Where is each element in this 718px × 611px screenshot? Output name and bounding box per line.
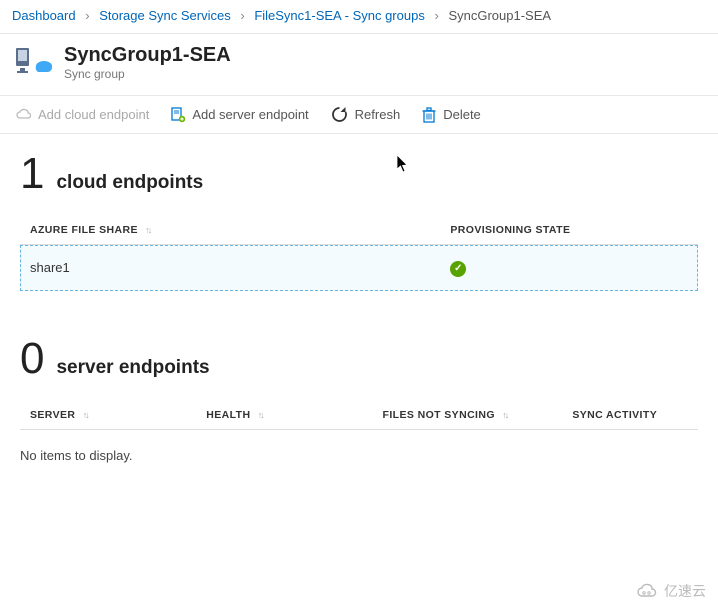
page-title: SyncGroup1-SEA xyxy=(64,44,231,67)
chevron-right-icon: › xyxy=(240,8,244,23)
empty-state-text: No items to display. xyxy=(0,430,718,481)
refresh-button[interactable]: Refresh xyxy=(331,106,401,123)
cloud-endpoints-section: 1 cloud endpoints xyxy=(0,134,718,196)
sort-icon: ↑↓ xyxy=(258,410,263,420)
column-files-not-syncing[interactable]: FILES NOT SYNCING ↑↓ xyxy=(373,401,563,430)
toolbar: Add cloud endpoint Add server endpoint R… xyxy=(0,95,718,134)
column-azure-file-share[interactable]: AZURE FILE SHARE ↑↓ xyxy=(20,216,440,245)
breadcrumb-link-storage-sync-services[interactable]: Storage Sync Services xyxy=(99,8,231,23)
server-endpoints-table: SERVER ↑↓ HEALTH ↑↓ FILES NOT SYNCING ↑↓… xyxy=(20,401,698,430)
sort-icon: ↑↓ xyxy=(145,225,150,235)
cell-provisioning-state: ✓ xyxy=(440,245,698,291)
cloud-endpoints-label: cloud endpoints xyxy=(56,172,203,194)
add-server-endpoint-button[interactable]: Add server endpoint xyxy=(171,107,308,123)
watermark: 亿速云 xyxy=(636,581,706,601)
breadcrumb: Dashboard › Storage Sync Services › File… xyxy=(0,0,718,34)
page-header: SyncGroup1-SEA Sync group xyxy=(0,34,718,95)
sort-icon: ↑↓ xyxy=(502,410,507,420)
chevron-right-icon: › xyxy=(434,8,438,23)
column-health[interactable]: HEALTH ↑↓ xyxy=(196,401,372,430)
cloud-logo-icon xyxy=(636,583,658,599)
add-cloud-endpoint-label: Add cloud endpoint xyxy=(38,107,149,122)
column-provisioning-state[interactable]: PROVISIONING STATE xyxy=(440,216,698,245)
cloud-endpoints-table: AZURE FILE SHARE ↑↓ PROVISIONING STATE s… xyxy=(20,216,698,291)
server-plus-icon xyxy=(171,107,185,123)
trash-icon xyxy=(422,107,436,123)
cell-file-share: share1 xyxy=(20,245,440,291)
table-row[interactable]: share1 ✓ xyxy=(20,245,698,291)
success-icon: ✓ xyxy=(450,261,466,277)
delete-button[interactable]: Delete xyxy=(422,107,481,123)
column-sync-activity[interactable]: SYNC ACTIVITY xyxy=(562,401,698,430)
server-endpoints-section: 0 server endpoints xyxy=(0,319,718,381)
add-cloud-endpoint-button: Add cloud endpoint xyxy=(16,107,149,122)
delete-label: Delete xyxy=(443,107,481,122)
server-endpoints-label: server endpoints xyxy=(56,357,209,379)
refresh-label: Refresh xyxy=(355,107,401,122)
cloud-plus-icon xyxy=(16,108,31,122)
column-server[interactable]: SERVER ↑↓ xyxy=(20,401,196,430)
sort-icon: ↑↓ xyxy=(83,410,88,420)
breadcrumb-link-sync-groups[interactable]: FileSync1-SEA - Sync groups xyxy=(254,8,425,23)
page-subtitle: Sync group xyxy=(64,67,231,81)
add-server-endpoint-label: Add server endpoint xyxy=(192,107,308,122)
sync-group-icon xyxy=(16,44,52,76)
breadcrumb-link-dashboard[interactable]: Dashboard xyxy=(12,8,76,23)
server-endpoints-count: 0 xyxy=(20,337,44,381)
cloud-endpoints-count: 1 xyxy=(20,152,44,196)
refresh-icon xyxy=(331,106,348,123)
chevron-right-icon: › xyxy=(85,8,89,23)
breadcrumb-current: SyncGroup1-SEA xyxy=(448,8,551,23)
